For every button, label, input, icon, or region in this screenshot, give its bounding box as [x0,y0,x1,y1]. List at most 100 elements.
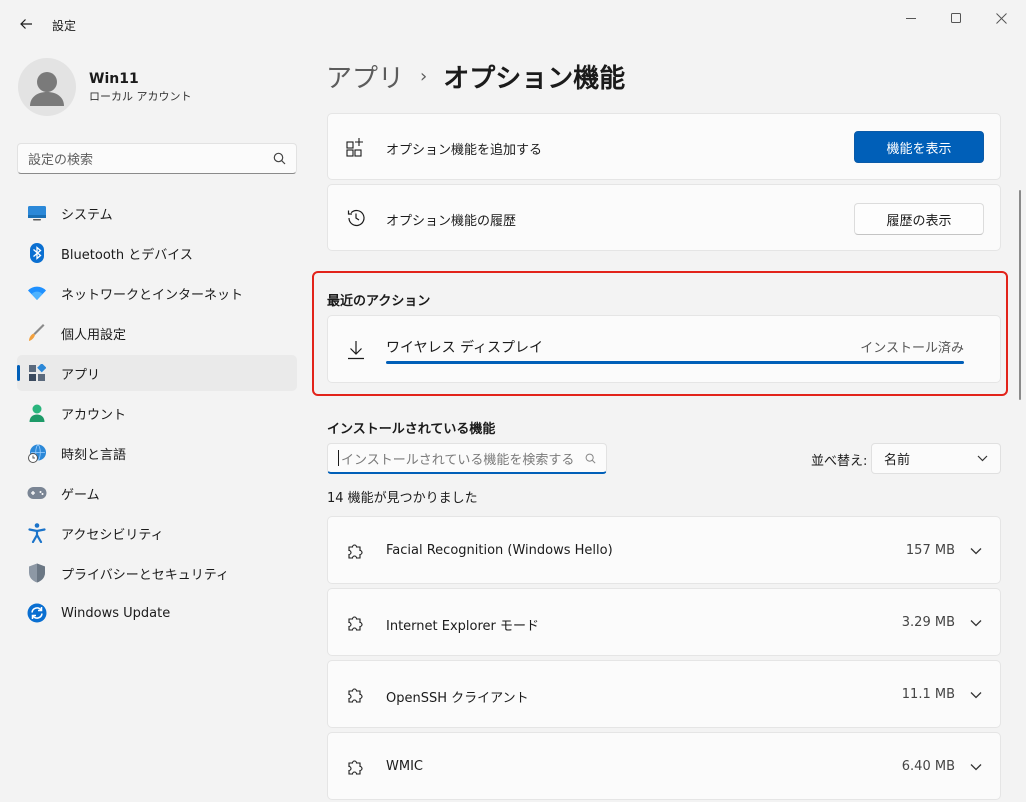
sort-label: 並べ替え: [811,454,868,469]
maximize-button[interactable] [938,6,974,30]
sidebar-item-privacy-security[interactable]: プライバシーとセキュリティ [17,555,297,591]
search-placeholder: 設定の検索 [28,153,94,168]
accessibility-icon [27,523,47,543]
minimize-button[interactable] [893,6,929,30]
chevron-down-icon [977,455,988,462]
person-icon [27,403,47,423]
breadcrumb-parent-link[interactable]: アプリ [326,58,404,95]
update-icon [27,603,47,623]
search-icon [585,453,596,464]
sidebar-item-time-language[interactable]: 時刻と言語 [17,435,297,471]
page-title: オプション機能 [443,63,626,94]
feature-count-text: 14 機能が見つかりました [327,491,478,506]
sidebar-item-bluetooth[interactable]: Bluetooth とデバイス [17,235,297,271]
sidebar-item-label: プライバシーとセキュリティ [61,567,229,583]
sidebar-item-apps[interactable]: アプリ [17,355,297,391]
feature-name: Internet Explorer モード [386,619,540,634]
puzzle-icon [345,540,367,562]
recent-action-card: ワイヤレス ディスプレイ インストール済み [327,315,1001,383]
sidebar-item-network[interactable]: ネットワークとインターネット [17,275,297,311]
breadcrumb: アプリ › オプション機能 [326,58,625,94]
chevron-down-icon[interactable] [968,687,984,703]
puzzle-icon [345,756,367,778]
sidebar-item-system[interactable]: システム [17,195,297,231]
back-button[interactable] [14,12,38,36]
recent-action-name: ワイヤレス ディスプレイ [386,340,544,356]
recent-action-status: インストール済み [860,341,964,356]
feature-row[interactable]: Facial Recognition (Windows Hello) 157 M… [327,516,1001,584]
profile-account-type: ローカル アカウント [89,89,192,103]
feature-name: Facial Recognition (Windows Hello) [386,543,613,558]
sidebar-item-label: Windows Update [61,605,171,621]
feature-row[interactable]: Internet Explorer モード 3.29 MB [327,588,1001,656]
feature-history-card: オプション機能の履歴 履歴の表示 [327,184,1001,251]
sort-selected-value: 名前 [884,453,911,468]
add-feature-card: オプション機能を追加する 機能を表示 [327,113,1001,180]
breadcrumb-separator: › [420,65,428,87]
feature-size: 11.1 MB [901,687,955,702]
feature-size: 157 MB [905,543,955,558]
chevron-down-icon[interactable] [968,759,984,775]
sidebar-item-label: アクセシビリティ [61,527,164,543]
avatar-person-icon [30,72,64,106]
window-title: 設定 [52,19,77,33]
title-bar: 設定 [0,0,1026,48]
sidebar-item-personalization[interactable]: 個人用設定 [17,315,297,351]
scrollbar-thumb[interactable] [1019,190,1021,400]
puzzle-icon [345,612,367,634]
feature-size: 6.40 MB [901,759,955,774]
profile-name: Win11 [89,70,139,87]
sidebar-item-label: ネットワークとインターネット [61,287,244,303]
recent-actions-title: 最近のアクション [327,294,431,309]
view-history-button[interactable]: 履歴の表示 [854,203,984,235]
close-button[interactable] [983,6,1019,30]
installed-features-search-input[interactable]: インストールされている機能を検索する [327,443,607,474]
sort-dropdown[interactable]: 名前 [871,443,1001,474]
sidebar-item-accounts[interactable]: アカウント [17,395,297,431]
puzzle-icon [345,684,367,706]
view-features-button[interactable]: 機能を表示 [854,131,984,163]
sidebar-item-label: Bluetooth とデバイス [61,247,193,263]
sidebar-item-accessibility[interactable]: アクセシビリティ [17,515,297,551]
sidebar-nav: システム Bluetooth とデバイス ネットワークとインターネット 個人用設… [17,195,297,635]
search-icon [273,152,286,165]
gamepad-icon [27,483,47,503]
user-profile[interactable]: Win11 ローカル アカウント [18,58,192,116]
settings-search-input[interactable]: 設定の検索 [17,143,297,174]
history-label: オプション機能の履歴 [386,214,517,229]
sidebar-item-label: システム [61,207,113,223]
sidebar-item-label: 時刻と言語 [61,447,127,463]
apps-icon [27,363,47,383]
feature-name: OpenSSH クライアント [386,691,529,706]
bluetooth-icon [27,243,47,263]
feature-name: WMIC [386,759,423,774]
sidebar-item-windows-update[interactable]: Windows Update [17,595,297,631]
avatar [18,58,76,116]
sidebar-item-label: アプリ [61,367,101,383]
sidebar-item-label: 個人用設定 [61,327,127,343]
monitor-icon [27,203,47,223]
sidebar-item-label: ゲーム [61,487,100,503]
feature-row[interactable]: WMIC 6.40 MB [327,732,1001,800]
close-icon [995,12,1007,24]
arrow-left-icon [20,19,32,29]
feature-size: 3.29 MB [901,615,955,630]
installed-search-placeholder: インストールされている機能を検索する [341,452,575,468]
minimize-icon [906,18,916,19]
sidebar-item-gaming[interactable]: ゲーム [17,475,297,511]
feature-row[interactable]: OpenSSH クライアント 11.1 MB [327,660,1001,728]
install-progress-bar [386,361,964,364]
download-icon [345,339,367,361]
shield-icon [27,563,47,583]
text-caret [338,450,339,466]
brush-icon [27,323,47,343]
maximize-icon [951,13,961,23]
add-grid-icon [345,136,367,158]
add-feature-label: オプション機能を追加する [386,143,543,158]
sidebar-item-label: アカウント [61,407,127,423]
chevron-down-icon[interactable] [968,615,984,631]
globe-clock-icon [27,443,47,463]
history-icon [345,207,367,229]
wifi-icon [27,283,47,303]
chevron-down-icon[interactable] [968,543,984,559]
